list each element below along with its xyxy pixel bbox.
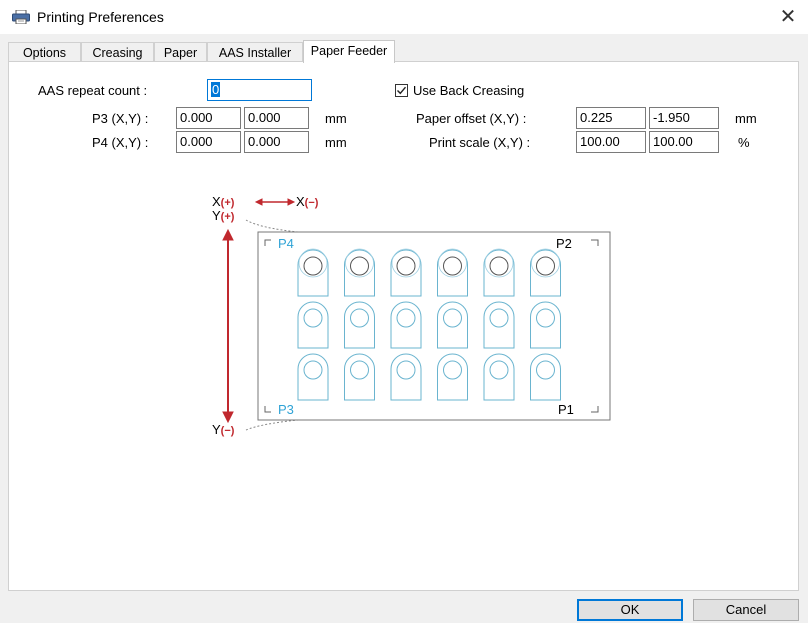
close-button[interactable]: ✕ bbox=[768, 0, 808, 34]
print-scale-unit: % bbox=[738, 135, 750, 150]
diagram-graphic bbox=[222, 198, 611, 431]
p4-label: P4 (X,Y) : bbox=[92, 135, 149, 150]
aas-repeat-label: AAS repeat count : bbox=[38, 83, 148, 98]
p3-y-input[interactable]: 0.000 bbox=[244, 107, 309, 129]
p2-marker: P2 bbox=[556, 236, 572, 251]
tab-options[interactable]: Options bbox=[8, 42, 81, 62]
checkmark-icon bbox=[397, 86, 407, 95]
tab-creasing[interactable]: Creasing bbox=[81, 42, 154, 62]
tab-paper[interactable]: Paper bbox=[154, 42, 207, 62]
use-back-creasing-checkbox[interactable] bbox=[395, 84, 408, 97]
tab-paper-feeder[interactable]: Paper Feeder bbox=[303, 40, 395, 63]
cancel-button[interactable]: Cancel bbox=[693, 599, 799, 621]
window-title: Printing Preferences bbox=[37, 9, 164, 25]
p3-unit: mm bbox=[325, 111, 347, 126]
title-bar: Printing Preferences ✕ bbox=[0, 0, 808, 34]
p4-y-input[interactable]: 0.000 bbox=[244, 131, 309, 153]
use-back-creasing-label: Use Back Creasing bbox=[413, 83, 525, 98]
paper-offset-y-input[interactable]: -1.950 bbox=[649, 107, 719, 129]
aas-repeat-input[interactable]: 0 bbox=[207, 79, 312, 101]
printer-icon bbox=[12, 10, 30, 24]
x-axis-arrow bbox=[254, 198, 296, 206]
ok-button[interactable]: OK bbox=[577, 599, 683, 621]
paper-offset-x-input[interactable]: 0.225 bbox=[576, 107, 646, 129]
print-scale-label: Print scale (X,Y) : bbox=[429, 135, 531, 150]
p1-marker: P1 bbox=[558, 402, 574, 417]
print-scale-x-input[interactable]: 100.00 bbox=[576, 131, 646, 153]
p3-x-input[interactable]: 0.000 bbox=[176, 107, 241, 129]
paper-feeder-diagram: X(+) X(−) Y(+) Y(−) P4 P2 P3 P1 bbox=[198, 190, 618, 450]
p3-label: P3 (X,Y) : bbox=[92, 111, 149, 126]
p4-unit: mm bbox=[325, 135, 347, 150]
print-scale-y-input[interactable]: 100.00 bbox=[649, 131, 719, 153]
paper-offset-unit: mm bbox=[735, 111, 757, 126]
p3-marker: P3 bbox=[278, 402, 294, 417]
tab-aas-installer[interactable]: AAS Installer bbox=[207, 42, 303, 62]
p4-marker: P4 bbox=[278, 236, 294, 251]
paper-offset-label: Paper offset (X,Y) : bbox=[416, 111, 527, 126]
y-axis-arrow bbox=[222, 228, 234, 424]
p4-x-input[interactable]: 0.000 bbox=[176, 131, 241, 153]
